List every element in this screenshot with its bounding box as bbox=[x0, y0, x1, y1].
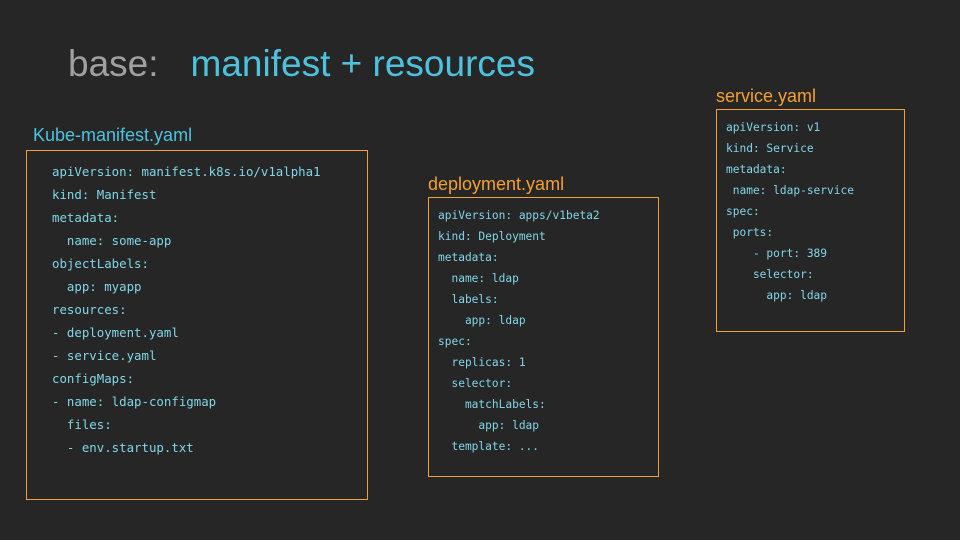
code-line: resources: bbox=[52, 302, 127, 317]
code-line: spec: bbox=[438, 335, 472, 348]
code-line: kind: Manifest bbox=[52, 187, 157, 202]
code-line: name: ldap-service bbox=[726, 184, 854, 197]
code-line: app: ldap bbox=[726, 289, 828, 302]
code-line: - port: 389 bbox=[726, 247, 828, 260]
slide-title: base: manifest + resources bbox=[68, 40, 535, 88]
code-line: spec: bbox=[726, 205, 760, 218]
code-line: - env.startup.txt bbox=[52, 440, 194, 455]
code-line: app: ldap bbox=[438, 419, 540, 432]
title-prefix: base: bbox=[68, 43, 159, 84]
code-line: - deployment.yaml bbox=[52, 325, 179, 340]
code-line: metadata: bbox=[438, 251, 499, 264]
code-line: app: ldap bbox=[438, 314, 526, 327]
code-line: configMaps: bbox=[52, 371, 135, 386]
code-line: files: bbox=[52, 417, 112, 432]
deployment-filename: deployment.yaml bbox=[428, 174, 565, 194]
title-main: manifest + resources bbox=[190, 43, 535, 84]
service-filename: service.yaml bbox=[716, 86, 817, 106]
code-line: kind: Service bbox=[726, 142, 814, 155]
code-line: labels: bbox=[438, 293, 499, 306]
code-line: metadata: bbox=[726, 163, 787, 176]
code-line: ports: bbox=[726, 226, 774, 239]
code-line: - name: ldap-configmap bbox=[52, 394, 217, 409]
code-line: metadata: bbox=[52, 210, 120, 225]
code-line: apiVersion: apps/v1beta2 bbox=[438, 209, 600, 222]
code-line: apiVersion: manifest.k8s.io/v1alpha1 bbox=[52, 164, 321, 179]
code-line: name: ldap bbox=[438, 272, 519, 285]
code-line: selector: bbox=[726, 268, 814, 281]
kube-manifest-filename: Kube-manifest.yaml bbox=[33, 125, 193, 145]
code-line: - service.yaml bbox=[52, 348, 157, 363]
code-line: objectLabels: bbox=[52, 256, 149, 271]
code-line: selector: bbox=[438, 377, 513, 390]
code-line: template: ... bbox=[438, 440, 540, 453]
deployment-code-box: apiVersion: apps/v1beta2 kind: Deployment… bbox=[428, 197, 659, 477]
code-line: matchLabels: bbox=[438, 398, 546, 411]
code-line: app: myapp bbox=[52, 279, 142, 294]
code-line: kind: Deployment bbox=[438, 230, 546, 243]
kube-manifest-code-box: apiVersion: manifest.k8s.io/v1alpha1 kind… bbox=[26, 150, 368, 500]
code-line: name: some-app bbox=[52, 233, 172, 248]
service-code-box: apiVersion: v1 kind: Service metadata: nam… bbox=[716, 109, 905, 332]
code-line: replicas: 1 bbox=[438, 356, 526, 369]
code-line: apiVersion: v1 bbox=[726, 121, 821, 134]
